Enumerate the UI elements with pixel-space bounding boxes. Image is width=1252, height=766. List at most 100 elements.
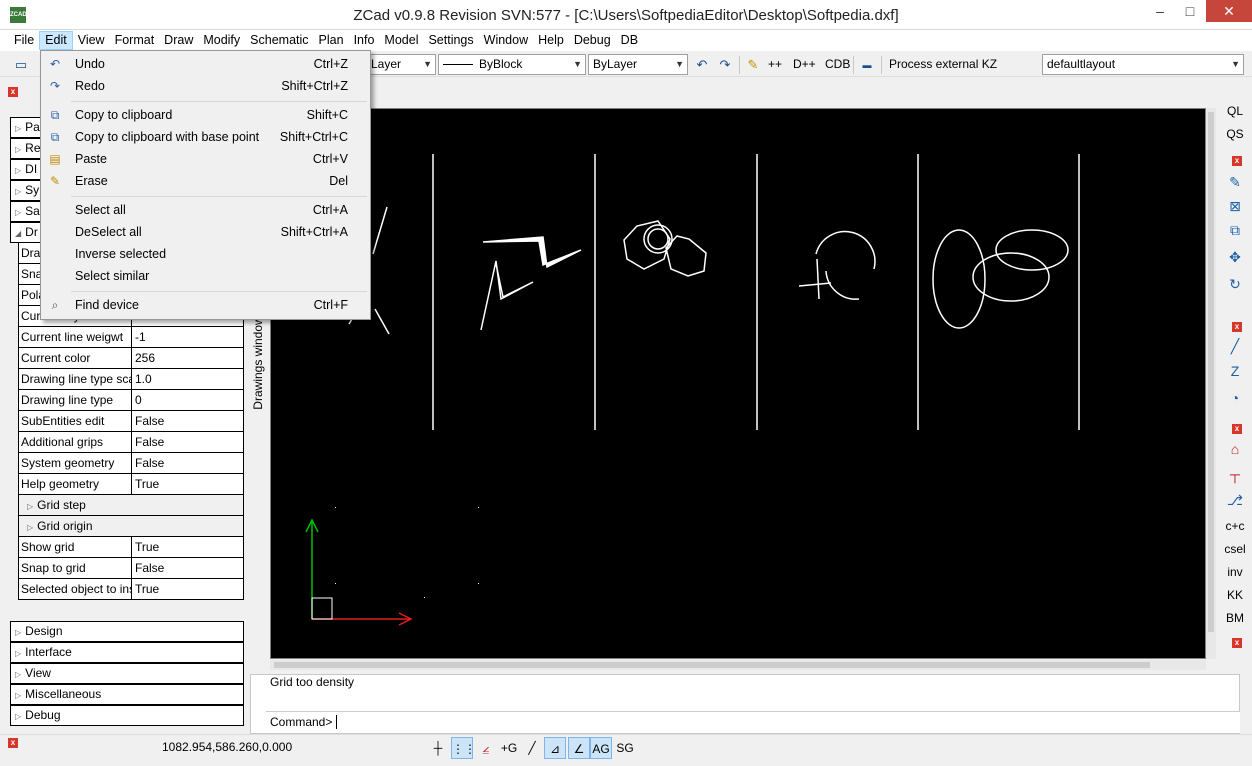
polyline-shape[interactable] <box>482 236 582 269</box>
command-input[interactable]: Command> <box>266 711 1240 733</box>
minimize-button[interactable]: – <box>1146 0 1174 22</box>
menu-modify[interactable]: Modify <box>198 31 245 50</box>
pp-button[interactable]: ++ <box>768 57 782 71</box>
menu-window[interactable]: Window <box>479 31 533 50</box>
menu-item-copy-base[interactable]: ⧉ Copy to clipboard with base point Shift+… <box>41 126 370 148</box>
arc-shape[interactable] <box>815 230 876 270</box>
bm-button[interactable]: BM <box>1222 608 1248 628</box>
menu-file[interactable]: File <box>9 31 39 50</box>
panel-close-icon[interactable]: x <box>1232 322 1242 332</box>
menu-item-select-all[interactable]: Select all Ctrl+A <box>41 199 370 221</box>
qs-button[interactable]: QS <box>1222 124 1248 144</box>
layer-combo[interactable]: Layer ▼ <box>366 54 436 75</box>
menu-item-find-device[interactable]: ⌕ Find device Ctrl+F <box>41 294 370 316</box>
prop-value[interactable]: False <box>131 558 243 578</box>
section-interface[interactable]: ▷ Interface <box>10 642 244 663</box>
arc-shape[interactable] <box>825 270 860 300</box>
polar-icon[interactable]: ∠ <box>568 737 590 759</box>
prop-row[interactable]: Help geometry True <box>18 474 244 495</box>
prop-row[interactable]: Current color 256 <box>18 348 244 369</box>
prop-value[interactable]: False <box>131 411 243 431</box>
prop-group-grid-step[interactable]: ▷ Grid step <box>18 495 244 516</box>
menu-help[interactable]: Help <box>533 31 569 50</box>
menu-schematic[interactable]: Schematic <box>245 31 313 50</box>
scroll-thumb[interactable] <box>1208 112 1214 632</box>
cable-icon[interactable]: ⎇ <box>1222 490 1248 510</box>
prop-row[interactable]: Snap to grid False <box>18 558 244 579</box>
ellipse-shape[interactable] <box>995 229 1069 271</box>
lineweight-combo[interactable]: ByLayer ▼ <box>588 54 688 75</box>
cc-button[interactable]: c+c <box>1222 516 1248 536</box>
menu-db[interactable]: DB <box>616 31 643 50</box>
menu-item-redo[interactable]: ↷ Redo Shift+Ctrl+Z <box>41 75 370 97</box>
maximize-button[interactable]: □ <box>1176 0 1204 22</box>
move-icon[interactable]: ✥ <box>1222 247 1248 267</box>
prop-value[interactable]: 256 <box>131 348 243 368</box>
line[interactable] <box>372 206 388 255</box>
prop-value[interactable]: False <box>131 453 243 473</box>
section-view[interactable]: ▷ View <box>10 663 244 684</box>
menu-item-copy[interactable]: ⧉ Copy to clipboard Shift+C <box>41 104 370 126</box>
connector-icon[interactable]: ┬ <box>1222 464 1248 484</box>
new-icon[interactable]: ▭ <box>12 56 30 74</box>
section-debug[interactable]: ▷ Debug <box>10 705 244 726</box>
prop-row[interactable]: Current line weigwt -1 <box>18 327 244 348</box>
menu-draw[interactable]: Draw <box>159 31 198 50</box>
grid-icon[interactable]: ⋮⋮ <box>451 737 476 759</box>
panel-close-icon[interactable]: x <box>1232 638 1242 648</box>
menu-item-erase[interactable]: ✎ Erase Del <box>41 170 370 192</box>
cdb-button[interactable]: CDB <box>825 57 850 71</box>
ellipse-shape[interactable] <box>932 229 986 329</box>
delete-icon[interactable]: ⊠ <box>1222 196 1248 216</box>
section-miscellaneous[interactable]: ▷ Miscellaneous <box>10 684 244 705</box>
device-icon[interactable]: ⌂ <box>1222 439 1248 459</box>
prop-row[interactable]: Selected object to ins True <box>18 579 244 600</box>
polyline-tool-icon[interactable]: Z <box>1222 361 1248 381</box>
menu-settings[interactable]: Settings <box>423 31 478 50</box>
prop-value[interactable]: True <box>131 474 243 494</box>
menu-item-inverse-selected[interactable]: Inverse selected <box>41 243 370 265</box>
undo-icon[interactable]: ↶ <box>693 56 711 74</box>
linetype-combo[interactable]: ByBlock ▼ <box>438 54 586 75</box>
prop-row[interactable]: Additional grips False <box>18 432 244 453</box>
prop-value[interactable]: False <box>131 432 243 452</box>
edit-pencil-icon[interactable]: ✎ <box>1222 172 1248 192</box>
redo-icon[interactable]: ↷ <box>716 56 734 74</box>
scroll-thumb[interactable] <box>274 662 1150 668</box>
pencil-icon[interactable]: ✎ <box>744 56 762 74</box>
line-tool-icon[interactable]: ╱ <box>1222 336 1248 356</box>
panel-close-icon[interactable]: x <box>8 87 18 97</box>
ortho-icon[interactable]: ┼ <box>428 737 448 759</box>
measure-icon[interactable]: ▬ <box>858 56 876 74</box>
menu-edit[interactable]: Edit <box>39 31 73 50</box>
prop-row[interactable]: Drawing line type 0 <box>18 390 244 411</box>
csel-button[interactable]: csel <box>1222 539 1248 559</box>
prop-value[interactable]: True <box>131 537 243 557</box>
panel-close-icon[interactable]: x <box>1232 156 1242 166</box>
line[interactable] <box>816 258 820 300</box>
menu-model[interactable]: Model <box>379 31 423 50</box>
panel-close-icon[interactable]: x <box>8 738 18 748</box>
menu-info[interactable]: Info <box>349 31 380 50</box>
menu-debug[interactable]: Debug <box>569 31 616 50</box>
menu-item-paste[interactable]: ▤ Paste Ctrl+V <box>41 148 370 170</box>
inv-button[interactable]: inv <box>1222 562 1248 582</box>
menu-item-deselect-all[interactable]: DeSelect all Shift+Ctrl+A <box>41 221 370 243</box>
ql-button[interactable]: QL <box>1222 101 1248 121</box>
process-kz-button[interactable]: Process external KZ <box>889 57 997 71</box>
rotate-icon[interactable]: ↻ <box>1222 274 1248 294</box>
prop-value[interactable]: 1.0 <box>131 369 243 389</box>
snap-icon[interactable]: ⦤ <box>476 737 496 759</box>
horizontal-scrollbar[interactable] <box>270 660 1206 670</box>
section-design[interactable]: ▷ Design <box>10 621 244 642</box>
prop-group-grid-origin[interactable]: ▷ Grid origin <box>18 516 244 537</box>
close-button[interactable]: ✕ <box>1206 0 1252 22</box>
osnap-icon[interactable]: ⊿ <box>544 737 566 759</box>
circle-tool-icon[interactable]: ◔ <box>1222 388 1248 408</box>
line[interactable] <box>798 282 832 287</box>
prop-row[interactable]: SubEntities edit False <box>18 411 244 432</box>
copy-objects-icon[interactable]: ⧉ <box>1222 220 1248 240</box>
lineweight-icon[interactable]: ╱ <box>522 737 542 759</box>
kk-button[interactable]: KK <box>1222 585 1248 605</box>
circle-shape[interactable] <box>647 228 669 250</box>
